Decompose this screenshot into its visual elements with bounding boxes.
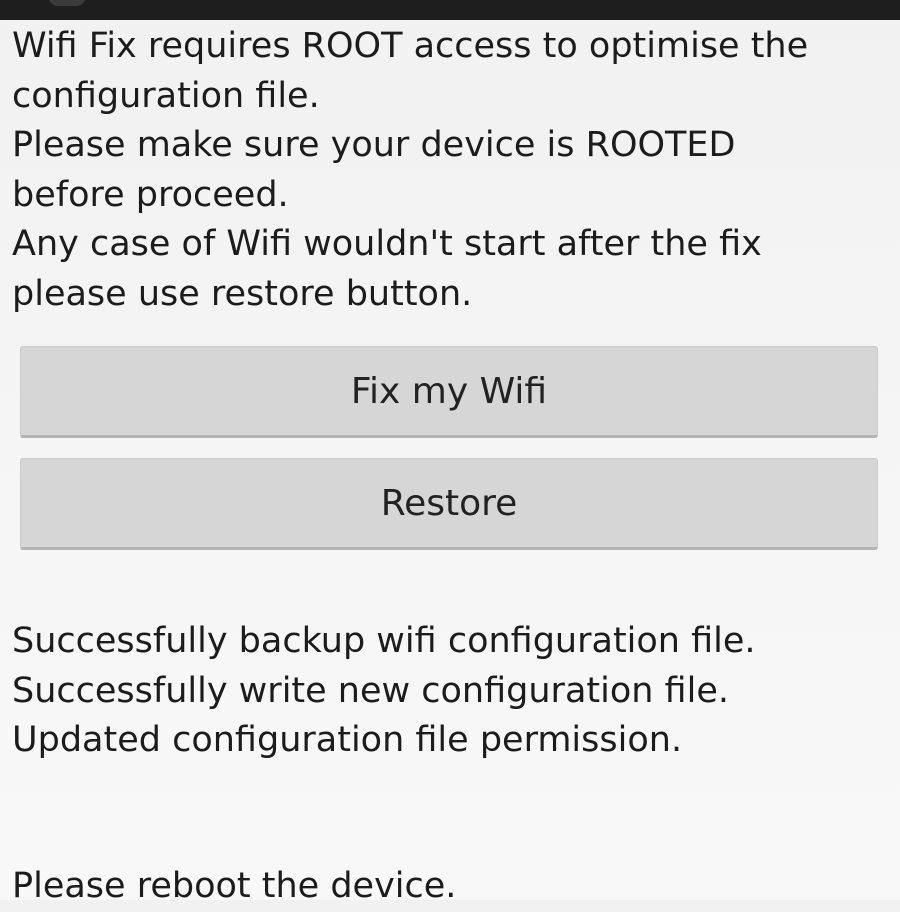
intro-line: Any case of Wifi wouldn't start after th… <box>12 224 762 264</box>
app-icon <box>48 0 86 6</box>
action-bar <box>0 0 900 20</box>
button-group: Fix my Wifi Restore <box>20 346 880 550</box>
status-line: Updated configuration file permission. <box>12 720 683 760</box>
intro-text: Wifi Fix requires ROOT access to optimis… <box>12 22 888 319</box>
reboot-message: Please reboot the device. <box>12 866 457 906</box>
intro-line: please use restore button. <box>12 273 473 314</box>
fix-wifi-button[interactable]: Fix my Wifi <box>20 346 878 438</box>
intro-line: configuration file. <box>12 75 320 116</box>
intro-line: before proceed. <box>12 174 289 215</box>
restore-button[interactable]: Restore <box>20 458 878 550</box>
intro-line: Please make sure your device is ROOTED <box>12 125 736 165</box>
status-line: Successfully write new configuration fil… <box>12 670 729 711</box>
status-log: Successfully backup wifi configuration f… <box>12 617 888 766</box>
status-line: Successfully backup wifi configuration f… <box>12 621 756 661</box>
intro-line: Wifi Fix requires ROOT access to optimis… <box>12 26 809 66</box>
